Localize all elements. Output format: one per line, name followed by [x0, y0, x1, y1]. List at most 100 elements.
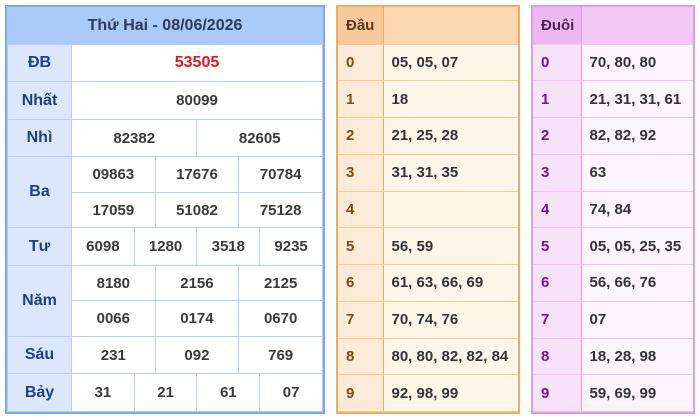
results-title: Thứ Hai - 08/06/2026	[7, 7, 323, 45]
duoi-panel: Đuôi 0 70, 80, 80 1 21, 31, 31, 61 2 82, 82…	[531, 5, 695, 414]
duoi-value: 56, 66, 76	[581, 264, 693, 302]
duoi-row: 2 82, 82, 92	[533, 117, 693, 155]
duoi-value: 59, 69, 99	[581, 374, 693, 412]
prize-value: 0670	[238, 300, 323, 337]
dau-row: 5 56, 59	[338, 227, 518, 265]
dau-table: Đầu 0 05, 05, 07 1 18 2 21, 25, 28 3 31, 31,…	[338, 7, 518, 412]
prize-row-seventh: Bảy 31 21 61 07	[7, 373, 323, 412]
lottery-results-panel: Thứ Hai - 08/06/2026 ĐB 53505 Nhất 80099…	[5, 5, 325, 414]
prize-row-second: Nhì 82382 82605	[7, 118, 323, 158]
duoi-header-blank	[581, 7, 693, 45]
duoi-key: 0	[533, 44, 582, 82]
prize-row-third: Ba 09863 17676 70784	[7, 156, 323, 229]
prize-label: Nhì	[7, 118, 72, 158]
dau-key: 4	[338, 191, 384, 229]
dau-key: 1	[338, 80, 384, 118]
dau-row: 1 18	[338, 80, 518, 118]
dau-row: 7 70, 74, 76	[338, 301, 518, 339]
dau-row: 3 31, 31, 35	[338, 154, 518, 192]
prize-row-sixth: Sáu 231 092 769	[7, 335, 323, 375]
dau-key: 5	[338, 227, 384, 265]
dau-header: Đầu	[338, 7, 384, 45]
dau-value: 61, 63, 66, 69	[383, 264, 518, 302]
duoi-key: 5	[533, 227, 582, 265]
prize-value: 769	[238, 335, 323, 375]
duoi-value: 05, 05, 25, 35	[581, 227, 693, 265]
dau-header-row: Đầu	[338, 7, 518, 45]
duoi-key: 9	[533, 374, 582, 412]
dau-value: 92, 98, 99	[383, 374, 518, 412]
dau-value: 05, 05, 07	[383, 44, 518, 82]
prize-value: 1280	[133, 227, 198, 266]
results-table: Thứ Hai - 08/06/2026 ĐB 53505 Nhất 80099…	[7, 7, 323, 412]
dau-value: 56, 59	[383, 227, 518, 265]
prize-value: 51082	[154, 191, 240, 229]
duoi-value: 21, 31, 31, 61	[581, 80, 693, 118]
prize-row-special: ĐB 53505	[7, 43, 323, 83]
duoi-value: 63	[581, 154, 693, 192]
duoi-key: 2	[533, 117, 582, 155]
prize-value: 3518	[196, 227, 261, 266]
prize-row-fourth: Tư 6098 1280 3518 9235	[7, 227, 323, 266]
duoi-value: 74, 84	[581, 191, 693, 229]
prize-value: 07	[259, 373, 323, 412]
prize-value: 17059	[71, 191, 156, 229]
prize-value: 8180	[71, 264, 156, 302]
prize-value: 0066	[71, 300, 156, 337]
prize-value: 82382	[70, 118, 198, 158]
prize-value: 17676	[154, 156, 240, 193]
prize-value: 31	[71, 373, 135, 412]
prize-label: Ba	[7, 156, 72, 229]
prize-value: 092	[154, 335, 240, 375]
prize-value: 61	[196, 373, 261, 412]
duoi-row: 9 59, 69, 99	[533, 374, 693, 412]
dau-key: 3	[338, 154, 384, 192]
dau-row: 6 61, 63, 66, 69	[338, 264, 518, 302]
duoi-row: 4 74, 84	[533, 191, 693, 229]
duoi-key: 1	[533, 80, 582, 118]
prize-value: 6098	[71, 227, 135, 266]
prize-label: Nhất	[7, 81, 72, 120]
dau-value: 21, 25, 28	[383, 117, 518, 155]
prize-label: ĐB	[7, 43, 72, 83]
duoi-key: 3	[533, 154, 582, 192]
prize-value: 0174	[154, 300, 240, 337]
duoi-key: 4	[533, 191, 582, 229]
dau-key: 7	[338, 301, 384, 339]
dau-row: 8 80, 80, 82, 82, 84	[338, 338, 518, 376]
duoi-header: Đuôi	[533, 7, 582, 45]
dau-row: 4	[338, 191, 518, 229]
dau-value: 80, 80, 82, 82, 84	[383, 338, 518, 376]
dau-value	[383, 191, 518, 229]
duoi-key: 8	[533, 338, 582, 376]
prize-value: 82605	[196, 118, 323, 158]
dau-key: 9	[338, 374, 384, 412]
prize-value: 21	[133, 373, 198, 412]
dau-key: 8	[338, 338, 384, 376]
duoi-row: 0 70, 80, 80	[533, 44, 693, 82]
duoi-row: 1 21, 31, 31, 61	[533, 80, 693, 118]
prize-label: Bảy	[7, 373, 72, 412]
prize-value: 9235	[259, 227, 323, 266]
dau-key: 0	[338, 44, 384, 82]
duoi-row: 3 63	[533, 154, 693, 192]
prize-label: Năm	[7, 264, 72, 338]
prize-value: 70784	[238, 156, 323, 193]
duoi-key: 7	[533, 301, 582, 339]
prize-row-first: Nhất 80099	[7, 81, 323, 120]
duoi-row: 8 18, 28, 98	[533, 338, 693, 376]
prize-row-fifth: Năm 8180 2156 2125	[7, 264, 323, 338]
prize-value: 09863	[71, 156, 156, 193]
duoi-table: Đuôi 0 70, 80, 80 1 21, 31, 31, 61 2 82, 82…	[533, 7, 693, 412]
duoi-header-row: Đuôi	[533, 7, 693, 45]
dau-value: 70, 74, 76	[383, 301, 518, 339]
prize-label: Tư	[7, 227, 72, 266]
prize-label: Sáu	[7, 335, 72, 375]
dau-key: 2	[338, 117, 384, 155]
dau-row: 9 92, 98, 99	[338, 374, 518, 412]
duoi-key: 6	[533, 264, 582, 302]
dau-header-blank	[383, 7, 518, 45]
duoi-value: 70, 80, 80	[581, 44, 693, 82]
dau-row: 2 21, 25, 28	[338, 117, 518, 155]
dau-key: 6	[338, 264, 384, 302]
